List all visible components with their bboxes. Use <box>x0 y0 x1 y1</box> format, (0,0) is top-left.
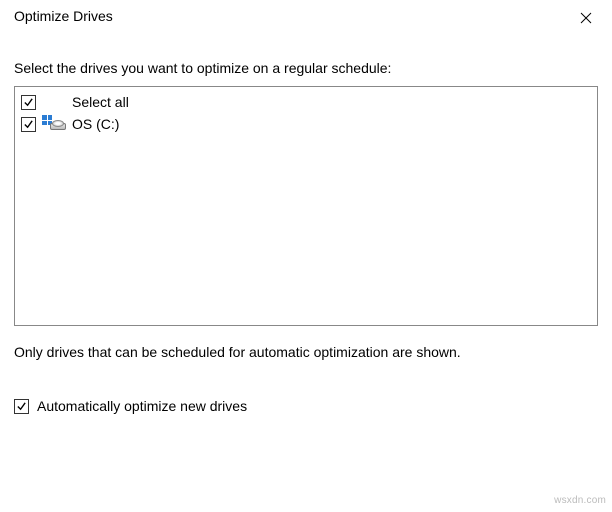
drive-checkbox[interactable] <box>21 117 36 132</box>
select-all-row[interactable]: Select all <box>19 91 593 113</box>
auto-optimize-checkbox[interactable] <box>14 399 29 414</box>
auto-optimize-label: Automatically optimize new drives <box>37 398 247 414</box>
select-all-checkbox[interactable] <box>21 95 36 110</box>
disk-icon <box>50 120 66 130</box>
close-icon <box>580 12 592 24</box>
drives-listbox[interactable]: Select all OS (C:) <box>14 86 598 326</box>
checkmark-icon <box>16 401 27 412</box>
instruction-text: Select the drives you want to optimize o… <box>14 60 598 76</box>
checkmark-icon <box>23 97 34 108</box>
auto-optimize-row[interactable]: Automatically optimize new drives <box>14 398 598 414</box>
os-drive-icon <box>42 116 66 132</box>
watermark: wsxdn.com <box>554 495 606 506</box>
drive-label: OS (C:) <box>72 116 119 132</box>
title-bar: Optimize Drives <box>0 0 612 32</box>
checkmark-icon <box>23 119 34 130</box>
content-area: Select the drives you want to optimize o… <box>0 32 612 414</box>
drive-row[interactable]: OS (C:) <box>19 113 593 135</box>
window-title: Optimize Drives <box>14 8 113 24</box>
select-all-label: Select all <box>72 94 129 110</box>
close-button[interactable] <box>566 4 606 32</box>
footer-note: Only drives that can be scheduled for au… <box>14 344 598 360</box>
